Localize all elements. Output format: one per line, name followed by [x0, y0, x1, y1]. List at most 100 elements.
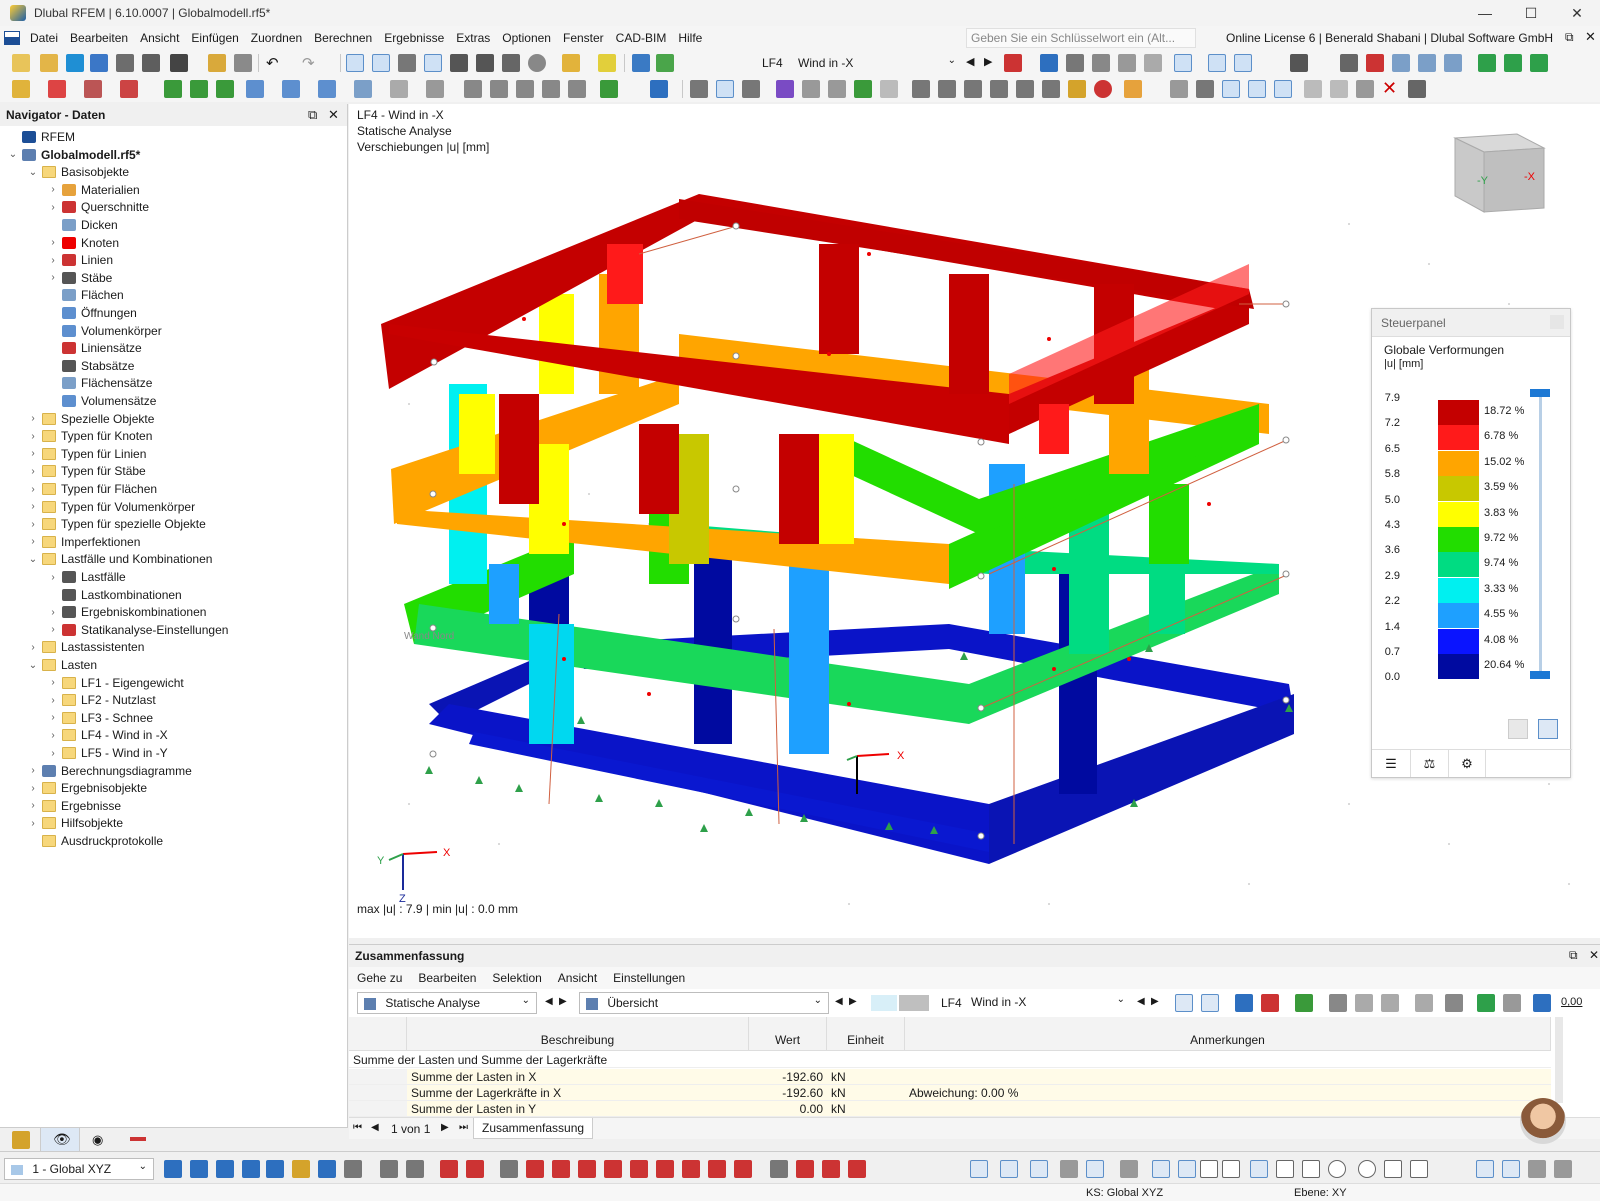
redo-icon[interactable]: ↷: [302, 54, 315, 72]
tree-item[interactable]: Flächensätze: [46, 374, 152, 392]
expand-arrow-icon[interactable]: ›: [26, 431, 40, 442]
number-tool-icon[interactable]: [466, 1160, 484, 1178]
summary-cell-note[interactable]: [905, 1069, 1551, 1085]
snap-intersection-icon[interactable]: [1384, 1160, 1402, 1178]
snap-tangent-icon[interactable]: [1302, 1160, 1320, 1178]
menu-ansicht[interactable]: Ansicht: [134, 31, 185, 45]
tree-item[interactable]: › Berechnungsdiagramme: [26, 762, 191, 780]
tree-item[interactable]: › Hilfsobjekte: [26, 814, 123, 832]
grid-points-icon[interactable]: [1170, 80, 1188, 98]
print-icon[interactable]: [170, 54, 188, 72]
tree-item[interactable]: ⌄ Lasten: [26, 656, 97, 674]
expand-arrow-icon[interactable]: ›: [46, 677, 60, 688]
expand-arrow-icon[interactable]: ›: [46, 748, 60, 759]
prev-view-icon[interactable]: ◀: [835, 996, 843, 1007]
new-opening-icon[interactable]: [318, 80, 336, 98]
tree-item[interactable]: › Stäbe: [46, 269, 112, 287]
column-header-notes[interactable]: Anmerkungen: [905, 1017, 1551, 1051]
table-view-dropdown[interactable]: Übersicht ⌄: [579, 992, 829, 1014]
snap-magnet-icon[interactable]: [1178, 1160, 1196, 1178]
next-analysis-icon[interactable]: ▶: [559, 996, 567, 1007]
excel-icon[interactable]: [1477, 994, 1495, 1012]
tab-zusammenfassung[interactable]: Zusammenfassung: [473, 1118, 594, 1139]
expand-arrow-icon[interactable]: ›: [26, 484, 40, 495]
navigator-float-icon[interactable]: ⧉: [308, 107, 317, 123]
minimize-button[interactable]: —: [1462, 0, 1508, 26]
dimension-tool-icon[interactable]: [796, 1160, 814, 1178]
select-in-model-icon[interactable]: [1175, 994, 1193, 1012]
script-icon[interactable]: [476, 54, 494, 72]
filter-icon[interactable]: [650, 80, 668, 98]
multi-view-icon[interactable]: [1444, 54, 1462, 72]
report-icon[interactable]: [208, 54, 226, 72]
view-grid-icon[interactable]: [1476, 1160, 1494, 1178]
panel-toggle-icon[interactable]: [424, 54, 442, 72]
animation-icon[interactable]: [1208, 54, 1226, 72]
expand-arrow-icon[interactable]: ›: [46, 255, 60, 266]
menu-extras[interactable]: Extras: [450, 31, 496, 45]
select-polygon-icon[interactable]: [242, 1160, 260, 1178]
snap-square-icon[interactable]: [1200, 1160, 1218, 1178]
expand-arrow-icon[interactable]: ›: [46, 712, 60, 723]
new-solid-icon[interactable]: [282, 80, 300, 98]
view-layers-icon[interactable]: [1554, 1160, 1572, 1178]
settings-icon[interactable]: [1408, 80, 1426, 98]
object-snap-icon[interactable]: [1000, 1160, 1018, 1178]
results-on-icon[interactable]: [632, 54, 650, 72]
collapse-arrow-icon[interactable]: ⌄: [6, 149, 20, 160]
model-view-icon[interactable]: [598, 54, 616, 72]
tree-item[interactable]: › LF2 - Nutzlast: [46, 691, 155, 709]
summary-cell-desc[interactable]: Summe der Lasten in X: [407, 1069, 749, 1085]
mirror-icon[interactable]: [516, 80, 534, 98]
collapse-arrow-icon[interactable]: ⌄: [26, 554, 40, 565]
draw-curve-icon[interactable]: [578, 1160, 596, 1178]
snap-perpendicular-icon[interactable]: [1250, 1160, 1268, 1178]
align-bottom-icon[interactable]: [1016, 80, 1034, 98]
summary-cell-value[interactable]: -192.60: [749, 1069, 827, 1085]
tree-item[interactable]: Flächen: [46, 286, 124, 304]
snap-x-icon[interactable]: [1222, 1160, 1240, 1178]
tools-icon[interactable]: [380, 1160, 398, 1178]
angle-snap-icon[interactable]: [1120, 1160, 1138, 1178]
align-left-icon[interactable]: [912, 80, 930, 98]
new-polyline-icon[interactable]: [120, 80, 138, 98]
expand-arrow-icon[interactable]: ›: [46, 730, 60, 741]
next-view-icon[interactable]: ▶: [849, 996, 857, 1007]
expand-arrow-icon[interactable]: ›: [26, 413, 40, 424]
color-palette-icon[interactable]: [1124, 80, 1142, 98]
save-as-icon[interactable]: [142, 54, 160, 72]
view-tab[interactable]: 👁: [40, 1128, 80, 1152]
tree-item[interactable]: Dicken: [46, 216, 118, 234]
expand-arrow-icon[interactable]: ›: [26, 466, 40, 477]
view-cube[interactable]: -Y -X: [1453, 133, 1546, 213]
snap-icon[interactable]: [716, 80, 734, 98]
menu-bearbeiten[interactable]: Bearbeiten: [64, 31, 134, 45]
tree-item[interactable]: Liniensätze: [46, 339, 142, 357]
app-menu-icon[interactable]: [4, 31, 20, 45]
tree-item[interactable]: › Linien: [46, 251, 113, 269]
tree-item[interactable]: › LF3 - Schnee: [46, 709, 153, 727]
tree-item[interactable]: › Materialien: [46, 181, 139, 199]
delete-icon[interactable]: ✕: [1382, 78, 1397, 99]
dimension-icon[interactable]: [398, 54, 416, 72]
view-z-icon[interactable]: [1530, 54, 1548, 72]
navigator-toggle-icon[interactable]: [346, 54, 364, 72]
arc-icon[interactable]: [776, 80, 794, 98]
menu-hilfe[interactable]: Hilfe: [672, 31, 708, 45]
summary-close-icon[interactable]: ✕: [1589, 948, 1599, 962]
expand-arrow-icon[interactable]: ›: [26, 783, 40, 794]
measure-icon[interactable]: [1304, 80, 1322, 98]
surface-results-icon[interactable]: [1144, 54, 1162, 72]
box-view-icon[interactable]: [1392, 54, 1410, 72]
loadcase-dropdown[interactable]: LF4 Wind in -X ⌄: [756, 53, 956, 75]
prev-loadcase-icon[interactable]: ◀: [966, 55, 974, 68]
summary-menu-gehe-zu[interactable]: Gehe zu: [349, 971, 410, 985]
next-page-icon[interactable]: ▶: [441, 1122, 449, 1133]
tree-item[interactable]: Volumensätze: [46, 392, 156, 410]
pin-icon[interactable]: [1340, 54, 1358, 72]
draw-trim-icon[interactable]: [734, 1160, 752, 1178]
support-icon[interactable]: [1092, 54, 1110, 72]
summary-row-header[interactable]: [349, 1085, 407, 1101]
collapse-arrow-icon[interactable]: ⌄: [26, 660, 40, 671]
arrow-load-icon[interactable]: [854, 80, 872, 98]
